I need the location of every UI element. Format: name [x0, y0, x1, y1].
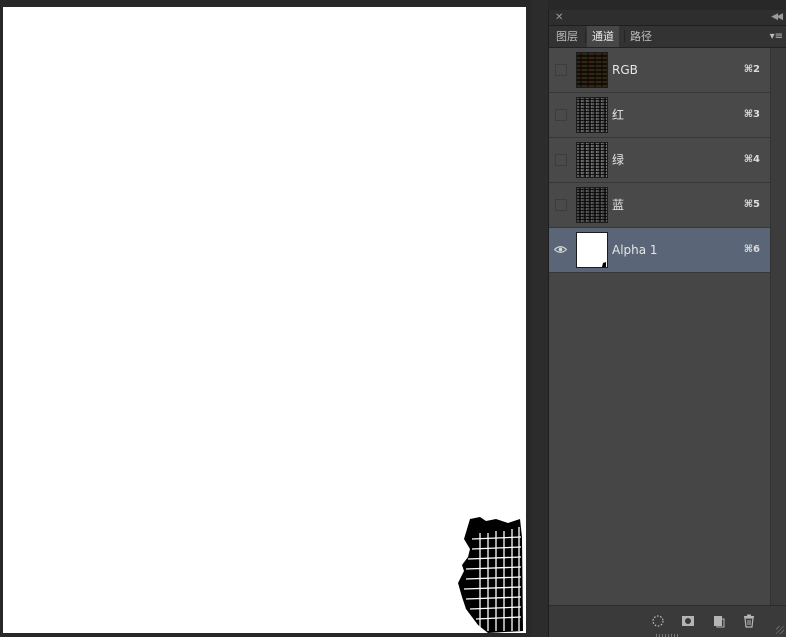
load-selection-icon[interactable]	[650, 613, 666, 629]
channel-row-alpha-1[interactable]: Alpha 1 ⌘6	[549, 228, 770, 273]
channel-thumbnail-green	[576, 142, 608, 178]
panel-titlebar: ✕ ◀◀	[549, 10, 786, 26]
channel-thumbnail-red	[576, 97, 608, 133]
resize-grip[interactable]	[776, 626, 784, 634]
close-icon[interactable]: ✕	[555, 10, 563, 25]
visibility-toggle[interactable]	[555, 199, 567, 211]
channel-shortcut: ⌘3	[743, 109, 760, 120]
alpha-channel-shape	[458, 517, 523, 633]
channel-list: RGB ⌘2 红 ⌘3 绿 ⌘4 蓝 ⌘5 Alpha 1 ⌘6	[549, 48, 770, 606]
visibility-toggle[interactable]	[555, 154, 567, 166]
channel-name: 绿	[612, 153, 625, 167]
save-selection-icon[interactable]	[680, 613, 696, 629]
tab-divider	[585, 30, 586, 43]
channel-row-green[interactable]: 绿 ⌘4	[549, 138, 770, 183]
new-channel-icon[interactable]	[711, 613, 727, 629]
channel-name: 蓝	[612, 198, 625, 212]
channel-name: Alpha 1	[612, 243, 658, 257]
channel-shortcut: ⌘4	[743, 154, 760, 165]
channel-name: RGB	[612, 63, 638, 77]
panel-menu-icon[interactable]: ▾≡	[770, 26, 783, 47]
trash-icon[interactable]	[741, 613, 757, 629]
channel-thumbnail-blue	[576, 187, 608, 223]
channel-shortcut: ⌘5	[743, 199, 760, 210]
channel-thumbnail-rgb	[576, 52, 608, 88]
channel-shortcut: ⌘2	[743, 64, 760, 75]
canvas-area	[0, 0, 531, 637]
visibility-toggle[interactable]	[555, 109, 567, 121]
scrollbar[interactable]	[770, 48, 786, 606]
panel-gutter	[531, 0, 548, 637]
visibility-toggle[interactable]	[555, 64, 567, 76]
channel-row-rgb[interactable]: RGB ⌘2	[549, 48, 770, 93]
tab-channels[interactable]: 通道	[587, 26, 619, 47]
document-canvas[interactable]	[3, 7, 526, 633]
channel-shortcut: ⌘6	[743, 244, 760, 255]
tab-paths[interactable]: 路径	[625, 26, 657, 47]
channel-row-blue[interactable]: 蓝 ⌘5	[549, 183, 770, 228]
tab-bar: 图层 通道 路径 ▾≡	[549, 26, 786, 48]
collapse-icon[interactable]: ◀◀	[771, 10, 783, 25]
channel-row-red[interactable]: 红 ⌘3	[549, 93, 770, 138]
channel-thumbnail-alpha	[576, 232, 608, 268]
channels-panel: ✕ ◀◀ 图层 通道 路径 ▾≡ RGB ⌘2 红 ⌘3 绿 ⌘4 蓝 ⌘5 A…	[548, 10, 786, 637]
tab-layers[interactable]: 图层	[551, 26, 583, 47]
eye-icon[interactable]	[554, 244, 567, 255]
channel-name: 红	[612, 108, 625, 122]
panel-footer	[549, 605, 786, 637]
